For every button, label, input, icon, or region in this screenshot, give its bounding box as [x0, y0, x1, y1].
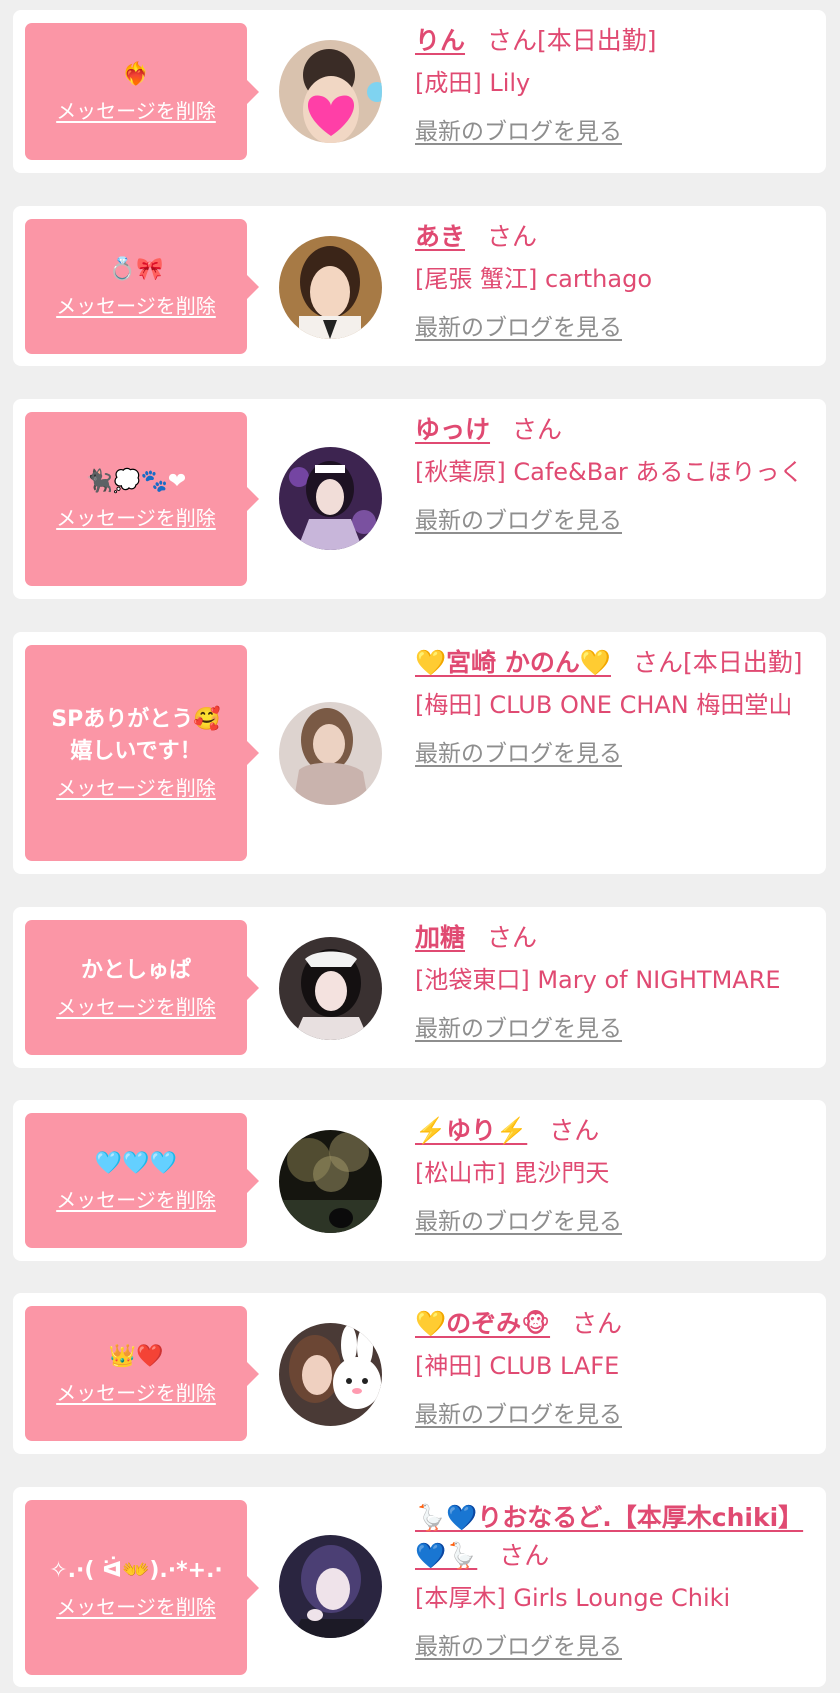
shop-text: [池袋東口] Mary of NIGHTMARE [415, 966, 781, 994]
blog-link[interactable]: 最新のブログを見る [415, 311, 622, 345]
message-text: 👑❤️ [108, 1343, 164, 1369]
name-line: あき さん [415, 218, 815, 256]
blog-link[interactable]: 最新のブログを見る [415, 1630, 622, 1664]
honorific: さん [512, 415, 563, 444]
name-line: 💛のぞみ🐵 さん [415, 1305, 815, 1343]
girl-info: 加糖 さん [池袋東口] Mary of NIGHTMARE 最新のブログを見る [415, 919, 815, 1046]
message-list: ❤️‍🔥 メッセージを削除 りん さん[本日出勤] [成田] Lily 最新のブロ… [0, 0, 840, 1693]
shop-text: [神田] CLUB LAFE [415, 1352, 620, 1380]
message-card: 🐈‍⬛💭🐾❤ メッセージを削除 ゆっけ さん [秋葉原] Cafe&Bar あるこ… [13, 399, 826, 599]
delete-message-link[interactable]: メッセージを削除 [56, 292, 216, 320]
status-text: [本日出勤] [537, 26, 657, 55]
name-line: ゆっけ さん [415, 411, 815, 449]
avatar[interactable] [279, 236, 382, 339]
girl-name-link[interactable]: あき [415, 222, 465, 251]
message-card: かとしゅぱ メッセージを削除 加糖 さん [池袋東口] Mary of NIGHT… [13, 907, 826, 1068]
message-card: SPありがとう🥰 嬉しいです！ メッセージを削除 💛宮崎 かのん💛 さん[本日出勤… [13, 632, 826, 874]
message-card: 🩵🩵🩵 メッセージを削除 ⚡️ゆり⚡️ さん [松山市] 毘沙門天 最新のブログを… [13, 1100, 826, 1261]
girl-name-link[interactable]: 💛宮崎 かのん💛 [415, 648, 611, 677]
avatar[interactable] [279, 702, 382, 805]
honorific: さん [572, 1309, 623, 1338]
delete-message-link[interactable]: メッセージを削除 [56, 1593, 216, 1621]
message-bubble: かとしゅぱ メッセージを削除 [25, 920, 259, 1055]
blog-link[interactable]: 最新のブログを見る [415, 504, 622, 538]
avatar[interactable] [279, 1323, 382, 1426]
name-line: 加糖 さん [415, 919, 815, 957]
girl-info: りん さん[本日出勤] [成田] Lily 最新のブログを見る [415, 22, 815, 149]
honorific: さん [487, 26, 538, 55]
avatar[interactable] [279, 447, 382, 550]
girl-name-link[interactable]: りん [415, 26, 465, 55]
girl-info: 🪿💙りおなるど.【本厚木chiki】💙🪿 さん [本厚木] Girls Loung… [415, 1499, 815, 1664]
shop-text: [成田] Lily [415, 69, 531, 97]
avatar[interactable] [279, 1535, 382, 1638]
message-text: かとしゅぱ [80, 957, 191, 983]
shop-text: [本厚木] Girls Lounge Chiki [415, 1584, 731, 1612]
blog-link[interactable]: 最新のブログを見る [415, 1398, 622, 1432]
honorific: さん [632, 648, 683, 677]
message-text: 🩵🩵🩵 [94, 1150, 178, 1176]
blog-link[interactable]: 最新のブログを見る [415, 115, 622, 149]
message-text: ✧.·( ᐛ👐).·*+.· [49, 1557, 223, 1583]
avatar[interactable] [279, 1130, 382, 1233]
message-bubble: 🐈‍⬛💭🐾❤ メッセージを削除 [25, 412, 259, 586]
girl-info: ゆっけ さん [秋葉原] Cafe&Bar あるこほりっく 最新のブログを見る [415, 411, 815, 538]
honorific: さん [499, 1541, 550, 1570]
message-bubble: ❤️‍🔥 メッセージを削除 [25, 23, 259, 160]
delete-message-link[interactable]: メッセージを削除 [56, 97, 216, 125]
girl-name-link[interactable]: ⚡️ゆり⚡️ [415, 1116, 527, 1145]
message-text: SPありがとう🥰 嬉しいです！ [51, 707, 221, 764]
avatar[interactable] [279, 40, 382, 143]
message-bubble: 💍🎀 メッセージを削除 [25, 219, 259, 354]
girl-name-link[interactable]: 🪿💙りおなるど.【本厚木chiki】💙🪿 [415, 1503, 803, 1570]
avatar[interactable] [279, 937, 382, 1040]
shop-text: [松山市] 毘沙門天 [415, 1159, 610, 1187]
status-text: [本日出勤] [682, 648, 803, 677]
shop-text: [秋葉原] Cafe&Bar あるこほりっく [415, 458, 804, 486]
delete-message-link[interactable]: メッセージを削除 [56, 1379, 216, 1407]
shop-text: [尾張 蟹江] carthago [415, 265, 652, 293]
honorific: さん [487, 222, 538, 251]
girl-info: 💛のぞみ🐵 さん [神田] CLUB LAFE 最新のブログを見る [415, 1305, 815, 1432]
message-bubble: 🩵🩵🩵 メッセージを削除 [25, 1113, 259, 1248]
girl-info: 💛宮崎 かのん💛 さん[本日出勤] [梅田] CLUB ONE CHAN 梅田堂山… [415, 644, 815, 771]
delete-message-link[interactable]: メッセージを削除 [56, 504, 216, 532]
message-bubble: SPありがとう🥰 嬉しいです！ メッセージを削除 [25, 645, 259, 861]
blog-link[interactable]: 最新のブログを見る [415, 1205, 622, 1239]
delete-message-link[interactable]: メッセージを削除 [56, 993, 216, 1021]
shop-text: [梅田] CLUB ONE CHAN 梅田堂山 [415, 691, 793, 719]
message-card: 💍🎀 メッセージを削除 あき さん [尾張 蟹江] carthago 最新のブログ… [13, 206, 826, 366]
blog-link[interactable]: 最新のブログを見る [415, 737, 622, 771]
message-bubble: 👑❤️ メッセージを削除 [25, 1306, 259, 1441]
name-line: 💛宮崎 かのん💛 さん[本日出勤] [415, 644, 815, 682]
message-text: 🐈‍⬛💭🐾❤ [85, 469, 187, 494]
girl-name-link[interactable]: ゆっけ [415, 415, 490, 444]
blog-link[interactable]: 最新のブログを見る [415, 1012, 622, 1046]
girl-info: ⚡️ゆり⚡️ さん [松山市] 毘沙門天 最新のブログを見る [415, 1112, 815, 1239]
girl-name-link[interactable]: 加糖 [415, 923, 465, 952]
message-card: ❤️‍🔥 メッセージを削除 りん さん[本日出勤] [成田] Lily 最新のブロ… [13, 10, 826, 173]
message-card: 👑❤️ メッセージを削除 💛のぞみ🐵 さん [神田] CLUB LAFE 最新のブ… [13, 1293, 826, 1454]
delete-message-link[interactable]: メッセージを削除 [56, 774, 216, 802]
name-line: 🪿💙りおなるど.【本厚木chiki】💙🪿 さん [415, 1499, 815, 1575]
honorific: さん [487, 923, 538, 952]
message-card: ✧.·( ᐛ👐).·*+.· メッセージを削除 🪿💙りおなるど.【本厚木chik… [13, 1487, 826, 1687]
honorific: さん [549, 1116, 600, 1145]
name-line: ⚡️ゆり⚡️ さん [415, 1112, 815, 1150]
message-text: 💍🎀 [108, 256, 164, 282]
girl-name-link[interactable]: 💛のぞみ🐵 [415, 1309, 550, 1338]
delete-message-link[interactable]: メッセージを削除 [56, 1186, 216, 1214]
message-bubble: ✧.·( ᐛ👐).·*+.· メッセージを削除 [25, 1500, 259, 1675]
name-line: りん さん[本日出勤] [415, 22, 815, 60]
message-text: ❤️‍🔥 [122, 61, 150, 87]
girl-info: あき さん [尾張 蟹江] carthago 最新のブログを見る [415, 218, 815, 345]
